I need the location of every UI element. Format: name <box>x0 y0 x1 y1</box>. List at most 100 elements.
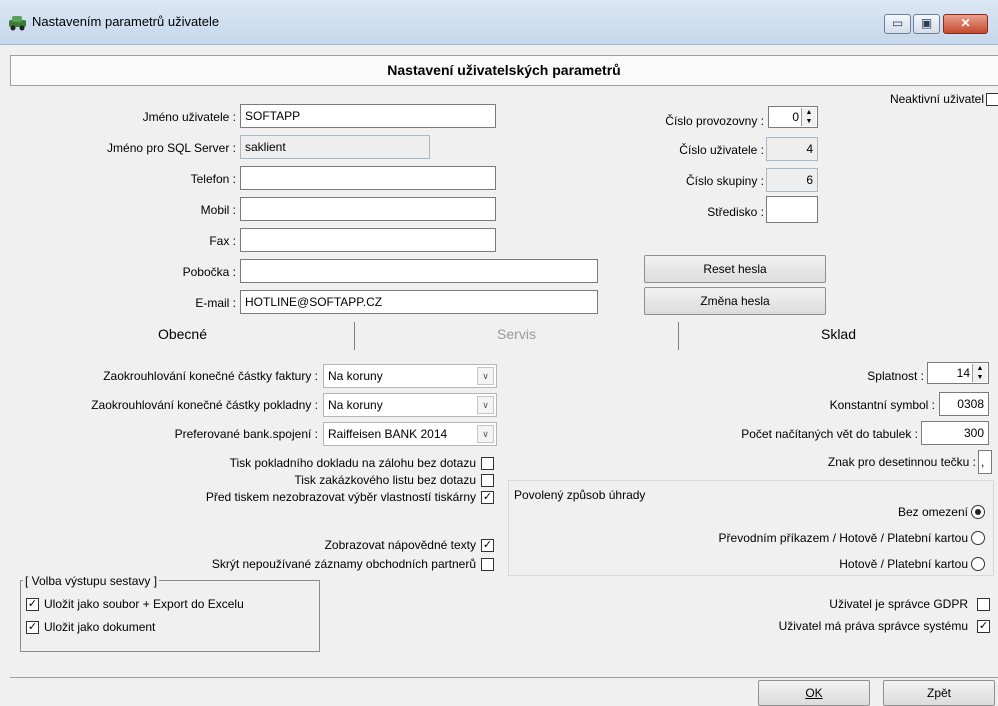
email-label: E-mail : <box>195 296 236 310</box>
email-input[interactable]: HOTLINE@SOFTAPP.CZ <box>240 290 598 314</box>
gdpr-checkbox[interactable] <box>977 598 990 611</box>
branch-label: Pobočka : <box>182 265 236 279</box>
fax-label: Fax : <box>209 234 236 248</box>
rows-count-label: Počet načítaných vět do tabulek : <box>741 427 918 441</box>
hints-label: Zobrazovat nápovědné texty <box>324 538 476 552</box>
output-group <box>20 580 320 652</box>
check-icon: ✓ <box>27 621 38 633</box>
constant-symbol-input[interactable]: 0308 <box>939 392 989 416</box>
close-icon: ✕ <box>960 16 971 30</box>
payment-option-label: Bez omezení <box>897 505 968 519</box>
due-spinner[interactable]: 14 ▲ ▼ <box>927 362 989 384</box>
hide-partners-checkbox[interactable] <box>481 558 494 571</box>
save-doc-checkbox[interactable]: ✓ <box>26 621 39 634</box>
save-file-label: Uložit jako soubor + Export do Excelu <box>44 597 244 611</box>
check-icon: ✓ <box>482 539 493 551</box>
chevron-down-icon[interactable]: ∨ <box>477 396 494 414</box>
plant-number-label: Číslo provozovny : <box>665 114 764 128</box>
user-name-label: Jméno uživatele : <box>142 110 236 124</box>
spin-arrows-icon[interactable]: ▲ ▼ <box>801 108 816 126</box>
rows-count-input[interactable]: 300 <box>921 421 989 445</box>
window-title: Nastavením parametrů uživatele <box>32 14 220 29</box>
chevron-down-icon[interactable]: ∨ <box>477 367 494 385</box>
mobile-label: Mobil : <box>200 203 236 217</box>
constant-symbol-label: Konstantní symbol : <box>829 398 935 412</box>
cash-rounding-select[interactable]: Na koruny ∨ <box>323 393 497 417</box>
tab-stock[interactable]: Sklad <box>679 320 998 348</box>
tab-service[interactable]: Servis <box>355 320 678 348</box>
minimize-button[interactable]: ▭ <box>884 14 911 34</box>
hints-checkbox[interactable]: ✓ <box>481 539 494 552</box>
page-title: Nastavení uživatelských parametrů <box>387 62 621 78</box>
decimal-char-input[interactable]: , <box>978 450 992 474</box>
phone-input[interactable] <box>240 166 496 190</box>
radio-dot-icon <box>975 509 981 515</box>
invoice-rounding-value: Na koruny <box>328 369 383 383</box>
center-label: Středisko : <box>707 205 764 219</box>
ok-button[interactable]: OK <box>758 680 870 706</box>
group-number-field: 6 <box>766 168 818 192</box>
center-input[interactable] <box>766 196 818 223</box>
check-icon: ✓ <box>978 620 989 632</box>
check-icon: ✓ <box>27 598 38 610</box>
phone-label: Telefon : <box>190 172 236 186</box>
sysadmin-label: Uživatel má práva správce systému <box>778 619 968 633</box>
order-sheet-label: Tisk zakázkového listu bez dotazu <box>294 473 476 487</box>
plant-number-spinner[interactable]: 0 ▲ ▼ <box>768 106 818 128</box>
user-number-label: Číslo uživatele : <box>679 143 764 157</box>
user-name-input[interactable]: SOFTAPP <box>240 104 496 128</box>
cancel-button-label: Zpět <box>926 686 951 700</box>
spin-arrows-icon[interactable]: ▲ ▼ <box>972 364 987 382</box>
user-number-field: 4 <box>766 137 818 161</box>
chevron-down-icon[interactable]: ∨ <box>477 425 494 443</box>
save-doc-label: Uložit jako dokument <box>44 620 156 634</box>
plant-number-value: 0 <box>792 110 799 124</box>
fax-input[interactable] <box>240 228 496 252</box>
payment-cash-radio[interactable] <box>971 557 985 571</box>
inactive-user-label: Neaktivní uživatel <box>889 92 984 106</box>
gdpr-label: Uživatel je správce GDPR <box>829 597 968 611</box>
ok-button-label: OK <box>805 686 823 700</box>
inactive-user-checkbox[interactable] <box>986 93 998 106</box>
mobile-input[interactable] <box>240 197 496 221</box>
cancel-button[interactable]: Zpět <box>883 680 995 706</box>
printer-dialog-label: Před tiskem nezobrazovat výběr vlastnost… <box>205 490 476 504</box>
bank-label: Preferované bank.spojení : <box>174 427 318 441</box>
bank-value: Raiffeisen BANK 2014 <box>328 427 448 441</box>
cash-rounding-value: Na koruny <box>328 398 383 412</box>
decimal-char-label: Znak pro desetinnou tečku : <box>827 455 976 469</box>
due-value: 14 <box>956 366 970 380</box>
minimize-icon: ▭ <box>891 16 904 30</box>
due-label: Splatnost : <box>867 369 924 383</box>
sql-name-field: saklient <box>240 135 430 159</box>
maximize-icon: ▣ <box>920 16 933 30</box>
order-sheet-checkbox[interactable] <box>481 474 494 487</box>
app-car-icon <box>7 14 31 32</box>
group-number-label: Číslo skupiny : <box>685 174 764 188</box>
printer-dialog-checkbox[interactable]: ✓ <box>481 491 494 504</box>
sysadmin-checkbox[interactable]: ✓ <box>977 620 990 633</box>
payment-option-label: Hotově / Platební kartou <box>839 557 968 571</box>
payment-transfer-radio[interactable] <box>971 531 985 545</box>
change-password-button[interactable]: Změna hesla <box>644 287 826 315</box>
footer-divider <box>10 677 998 678</box>
cash-doc-checkbox[interactable] <box>481 457 494 470</box>
branch-input[interactable] <box>240 259 598 283</box>
close-button[interactable]: ✕ <box>943 14 988 34</box>
output-group-title: [ Volba výstupu sestavy ] <box>23 574 160 588</box>
invoice-rounding-select[interactable]: Na koruny ∨ <box>323 364 497 388</box>
tab-general[interactable]: Obecné <box>10 320 355 348</box>
invoice-rounding-label: Zaokrouhlování konečné částky faktury : <box>103 369 318 383</box>
maximize-button[interactable]: ▣ <box>913 14 940 34</box>
payment-unrestricted-radio[interactable] <box>971 505 985 519</box>
bank-select[interactable]: Raiffeisen BANK 2014 ∨ <box>323 422 497 446</box>
cash-rounding-label: Zaokrouhlování konečné částky pokladny : <box>91 398 318 412</box>
check-icon: ✓ <box>482 491 493 503</box>
sql-name-label: Jméno pro SQL Server : <box>107 141 236 155</box>
reset-password-button[interactable]: Reset hesla <box>644 255 826 283</box>
payment-title: Povolený způsob úhrady <box>514 488 646 502</box>
payment-option-label: Převodním příkazem / Hotově / Platební k… <box>718 531 968 545</box>
hide-partners-label: Skrýt nepoužívané záznamy obchodních par… <box>211 557 476 571</box>
save-file-checkbox[interactable]: ✓ <box>26 598 39 611</box>
cash-doc-label: Tisk pokladního dokladu na zálohu bez do… <box>229 456 476 470</box>
